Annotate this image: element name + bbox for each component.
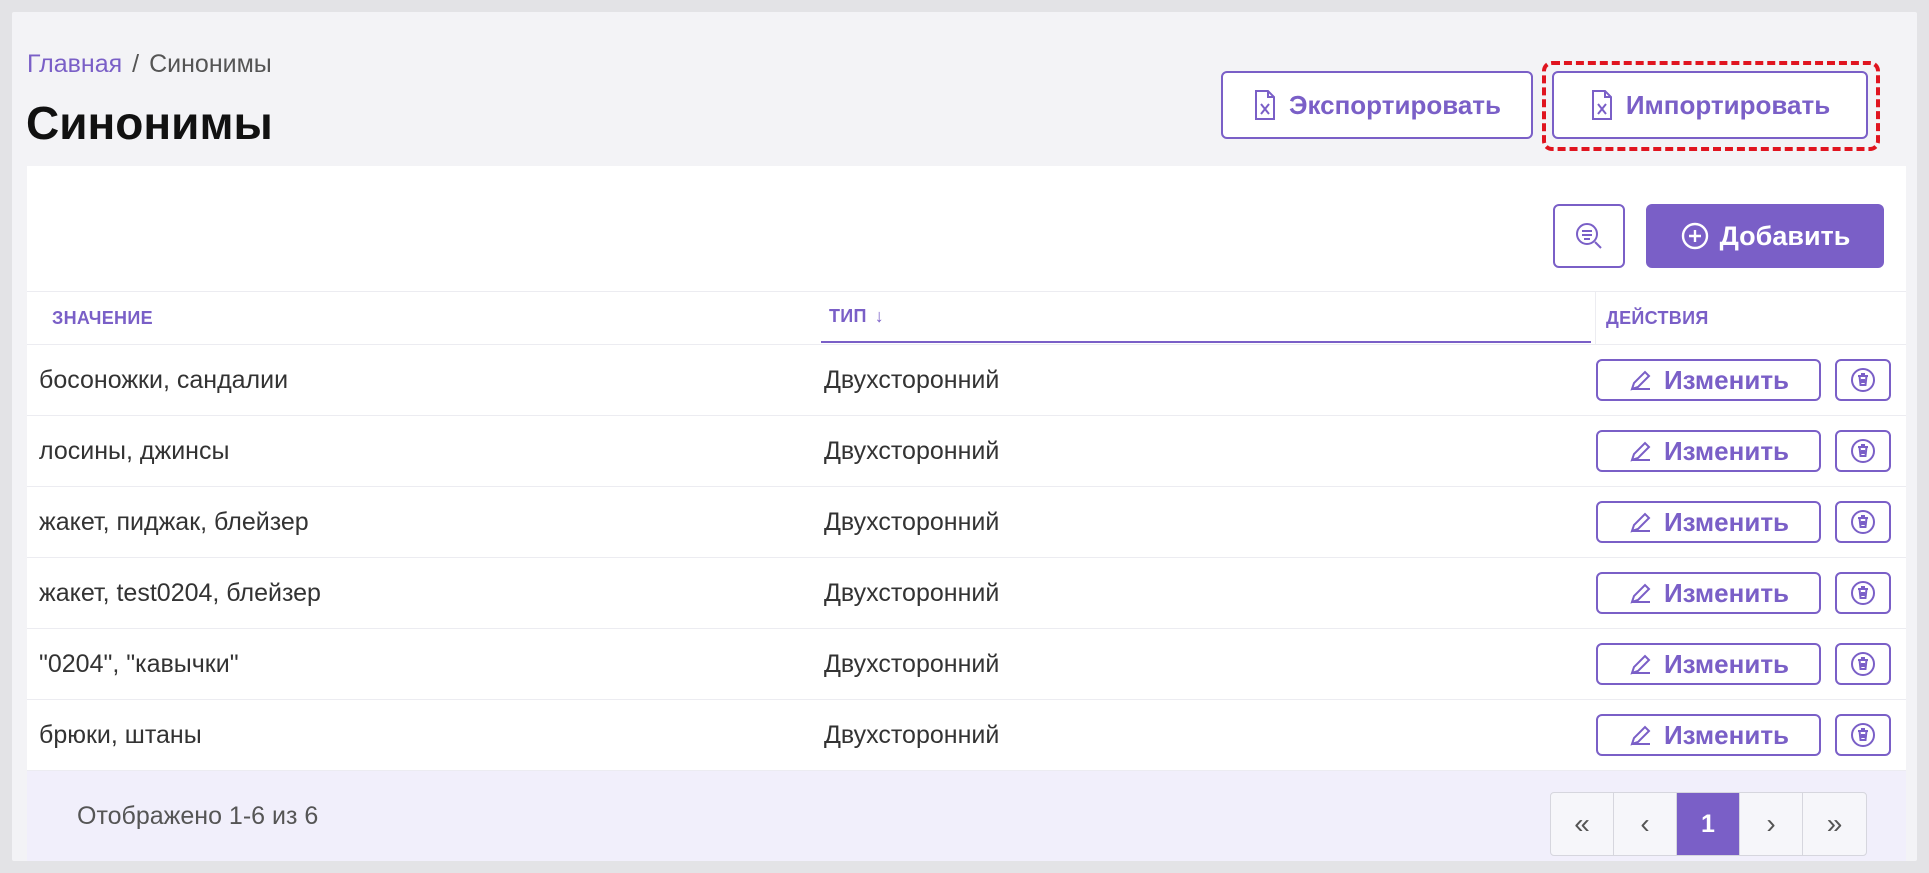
page-button-current[interactable]: 1 [1677,793,1740,855]
records-shown-text: Отображено 1-6 из 6 [77,801,319,830]
column-header-actions: Действия [1595,292,1709,344]
column-header-type-label: Тип [829,306,867,326]
pencil-icon [1630,654,1651,675]
excel-file-icon [1591,90,1612,120]
pagination: « ‹ 1 › » [1550,792,1867,856]
edit-button[interactable]: Изменить [1596,430,1821,472]
pencil-icon [1630,725,1651,746]
plus-circle-icon [1681,222,1708,250]
cell-value: лосины, джинсы [39,436,230,465]
cell-type: Двухсторонний [824,436,1000,465]
breadcrumb-current: Синонимы [149,50,272,78]
column-header-type[interactable]: Тип ↓ [821,292,1591,343]
add-label: Добавить [1719,220,1851,251]
column-header-value[interactable]: Значение [52,292,153,344]
edit-label: Изменить [1663,364,1790,395]
edit-button[interactable]: Изменить [1596,501,1821,543]
pencil-icon [1630,512,1651,533]
pencil-icon [1630,583,1651,604]
export-button[interactable]: Экспортировать [1221,71,1533,139]
breadcrumb: Главная / Синонимы [27,50,272,79]
sort-down-icon: ↓ [874,306,885,326]
prev-page-button[interactable]: ‹ [1614,793,1677,855]
table-row: босоножки, сандалии Двухсторонний Изменить [27,345,1906,416]
edit-label: Изменить [1663,648,1790,679]
page-frame: Главная / Синонимы Синонимы Экспортировать… [12,12,1917,861]
delete-button[interactable] [1835,643,1891,685]
cell-value: жакет, test0204, блейзер [39,578,321,607]
synonyms-table: Значение Тип ↓ Действия босоножки, санда… [27,291,1906,771]
delete-button[interactable] [1835,572,1891,614]
pencil-icon [1630,370,1651,391]
cell-value: жакет, пиджак, блейзер [39,507,309,536]
export-label: Экспортировать [1288,89,1502,120]
trash-icon [1851,439,1875,463]
delete-button[interactable] [1835,501,1891,543]
table-header: Значение Тип ↓ Действия [27,291,1906,345]
import-button[interactable]: Импортировать [1552,71,1868,139]
edit-button[interactable]: Изменить [1596,359,1821,401]
trash-icon [1851,652,1875,676]
table-row: жакет, test0204, блейзер Двухсторонний Изм… [27,558,1906,629]
edit-button[interactable]: Изменить [1596,714,1821,756]
trash-icon [1851,581,1875,605]
table-row: лосины, джинсы Двухсторонний Изменить [27,416,1906,487]
trash-icon [1851,510,1875,534]
add-button[interactable]: Добавить [1646,204,1884,268]
delete-button[interactable] [1835,714,1891,756]
cell-type: Двухсторонний [824,507,1000,536]
table-body: босоножки, сандалии Двухсторонний Изменить… [27,345,1906,771]
edit-label: Изменить [1663,506,1790,537]
breadcrumb-home-link[interactable]: Главная [27,50,122,78]
last-page-button[interactable]: » [1803,793,1866,855]
table-row: "0204", "кавычки" Двухсторонний Изменить [27,629,1906,700]
edit-button[interactable]: Изменить [1596,572,1821,614]
edit-label: Изменить [1663,719,1790,750]
cell-type: Двухсторонний [824,365,1000,394]
trash-icon [1851,368,1875,392]
table-row: жакет, пиджак, блейзер Двухсторонний Измен… [27,487,1906,558]
table-row: брюки, штаны Двухсторонний Изменить [27,700,1906,771]
edit-label: Изменить [1663,435,1790,466]
pencil-icon [1630,441,1651,462]
cell-value: босоножки, сандалии [39,365,289,394]
page-title: Синонимы [26,97,273,149]
import-label: Импортировать [1625,89,1831,120]
synonyms-panel: Добавить Значение Тип ↓ Действия босонож… [27,166,1906,861]
breadcrumb-separator: / [132,50,140,78]
cell-type: Двухсторонний [824,578,1000,607]
cell-value: "0204", "кавычки" [39,649,239,678]
cell-type: Двухсторонний [824,649,1000,678]
cell-type: Двухсторонний [824,720,1000,749]
first-page-button[interactable]: « [1551,793,1614,855]
edit-label: Изменить [1663,577,1790,608]
filter-search-button[interactable] [1553,204,1625,268]
excel-file-icon [1254,90,1275,120]
next-page-button[interactable]: › [1740,793,1803,855]
delete-button[interactable] [1835,359,1891,401]
cell-value: брюки, штаны [39,720,202,749]
trash-icon [1851,723,1875,747]
delete-button[interactable] [1835,430,1891,472]
filter-search-icon [1576,223,1602,249]
table-footer: Отображено 1-6 из 6 « ‹ 1 › » [27,771,1906,861]
edit-button[interactable]: Изменить [1596,643,1821,685]
